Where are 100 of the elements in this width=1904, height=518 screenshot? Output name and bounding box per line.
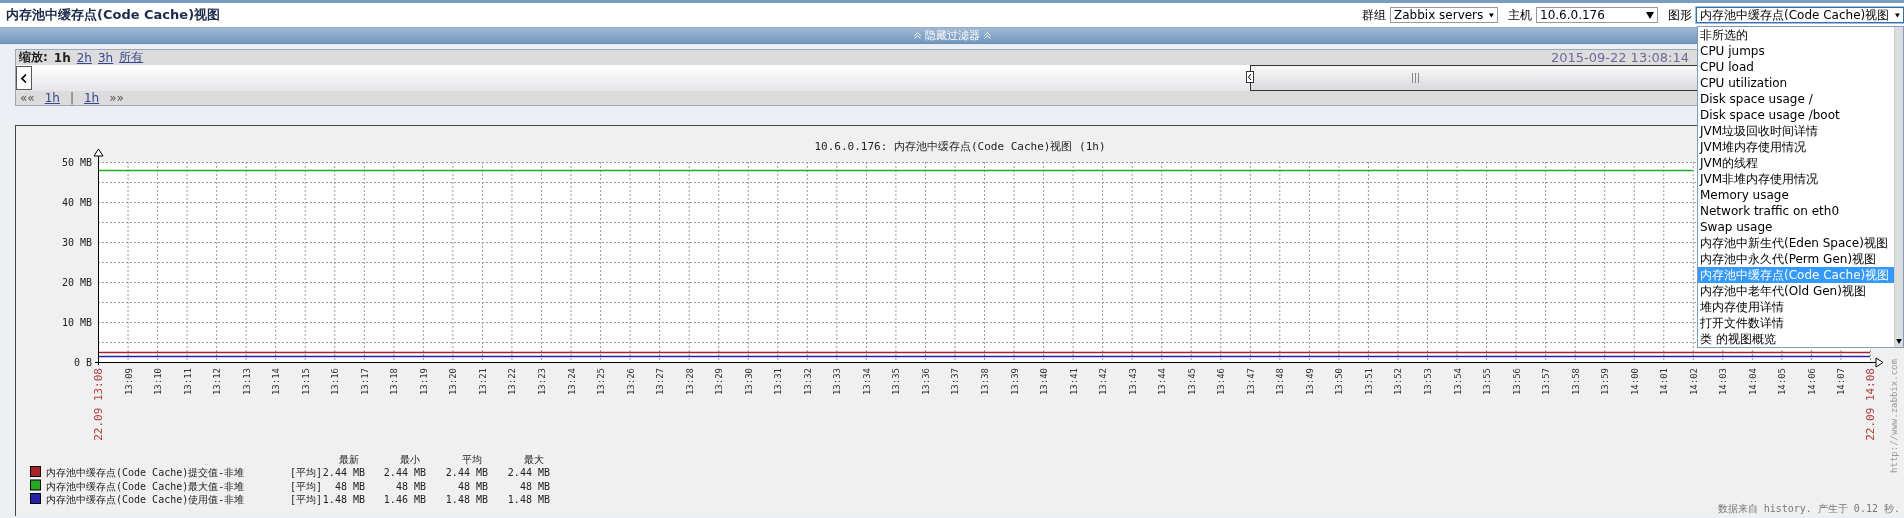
dropdown-option[interactable]: 堆内存使用详情 [1698,299,1894,315]
axis-label: 13:23 [537,368,547,396]
axis-label: 13:27 [655,368,666,396]
axis-label: 13:10 [153,368,164,396]
legend-header: 最新 [339,454,359,465]
legend-text: [平均] [290,494,323,505]
dropdown-option[interactable]: JVM非堆内存使用情况 [1698,171,1894,187]
axis-label: 13:50 [1334,368,1345,396]
dropdown-option[interactable]: Memory usage [1698,187,1894,203]
axis-label: 13:46 [1216,368,1227,396]
dropdown-option[interactable]: Network traffic on eth0 [1698,203,1894,219]
axis-label: 20 MB [61,277,92,288]
axis-label: 13:52 [1393,368,1404,396]
dropdown-arrow-icon [1895,11,1900,19]
zoom-option[interactable]: 3h [97,50,114,65]
axis-label: 13:54 [1452,368,1463,396]
legend-value: 48 MB [395,480,426,492]
axis-label: 13:55 [1482,368,1493,396]
axis-label: 13:21 [477,368,488,396]
double-chevron-up-icon [983,32,991,39]
axis-label: 13:56 [1511,368,1522,396]
axis-label: 13:58 [1570,368,1581,396]
dropdown-option[interactable]: 内存池中永久代(Perm Gen)视图 [1698,251,1894,267]
axis-label: 50 MB [61,157,92,168]
legend-value: 2.44 MB [383,467,426,478]
axis-label: 13:37 [950,368,961,396]
period-link[interactable]: 1h [44,91,60,105]
dropdown-option[interactable]: JVM的线程 [1698,155,1894,171]
axis-label: 13:45 [1186,368,1197,396]
axis-label: 14:05 [1777,368,1788,396]
legend-value: 1.46 MB [383,494,426,505]
scroll-left-button[interactable] [16,66,32,90]
period-link[interactable]: 1h [84,91,100,105]
filter-select[interactable]: 10.6.0.176 [1536,7,1658,23]
filter-select[interactable]: Zabbix servers [1390,7,1498,23]
dropdown-option[interactable]: Swap usage [1698,219,1894,235]
dropdown-option[interactable]: Disk space usage /boot [1698,107,1894,123]
dropdown-option[interactable]: JVM堆内存使用情况 [1698,139,1894,155]
filter-label: 群组 [1362,6,1386,24]
axis-label: 13:57 [1541,368,1552,396]
page-title: 内存池中缓存点(Code Cache)视图 [5,6,222,24]
axis-label: 13:26 [625,368,636,396]
axis-label: 30 MB [61,237,92,248]
axis-label: 13:11 [182,368,193,396]
axis-label: 14:04 [1747,368,1758,396]
zoom-label: 缩放: [19,49,48,66]
legend-text: 内存池中缓存点(Code Cache)提交值-非堆 [46,467,245,478]
dropdown-arrow-icon [1489,11,1494,19]
dropdown-option[interactable]: 类 的视图概览 [1698,331,1894,347]
scrollbar[interactable] [1894,27,1903,347]
dropdown-option[interactable]: 内存池中老年代(Old Gen)视图 [1698,283,1894,299]
axis-label: 13:09 [123,368,134,396]
legend-text: 内存池中缓存点(Code Cache)使用值-非堆 [46,494,245,505]
axis-label: 13:48 [1275,368,1286,396]
dropdown-option[interactable]: 非所选的 [1698,27,1894,43]
axis-label: 13:34 [861,368,872,396]
axis-label: 13:49 [1304,368,1315,396]
dropdown-option[interactable]: 内存池中新生代(Eden Space)视图 [1698,235,1894,251]
axis-label: 13:36 [920,368,931,396]
axis-label: 13:29 [714,368,725,396]
axis-label: 14:03 [1718,368,1729,396]
legend-header: 最小 [400,454,420,465]
axis-label: 10 MB [61,317,92,328]
axis-label: 14:07 [1836,368,1847,396]
nav-arrow[interactable]: «« [20,91,35,105]
legend-value: 2.44 MB [445,467,488,478]
dropdown-arrow-icon [1646,11,1654,19]
axis-label: 13:22 [507,368,518,396]
legend-value: 48 MB [519,480,550,492]
dropdown-option[interactable]: CPU utilization [1698,75,1894,91]
nav-arrow[interactable]: »» [109,91,124,105]
filter-select[interactable]: 内存池中缓存点(Code Cache)视图 [1696,7,1904,23]
zoom-option[interactable]: 2h [76,50,92,65]
axis-label: 14:06 [1806,368,1817,396]
dropdown-option[interactable]: JVM垃圾回收时间详情 [1698,123,1894,139]
zoom-option[interactable]: 1h [53,50,71,65]
double-chevron-up-icon [913,32,921,39]
dropdown-option[interactable]: CPU jumps [1698,43,1894,59]
axis-label: 22.09 13:08 [92,368,105,441]
axis-label: 22.09 14:08 [1864,368,1877,441]
legend-value: 48 MB [334,480,365,492]
legend-value: 1.48 MB [507,494,550,505]
dropdown-option[interactable]: 打开文件数详情 [1698,315,1894,331]
url-text: http://www.zabbix.com [1889,359,1899,473]
axis-label: 13:40 [1039,368,1050,396]
axis-label: 13:43 [1127,368,1138,396]
footer-text: 数据来自 history. 产生于 0.12 秒. [1717,503,1900,514]
nav-separator: | [69,91,74,105]
slider-handle-icon[interactable] [1246,71,1255,83]
dropdown-option[interactable]: Disk space usage / [1698,91,1894,107]
dropdown-option[interactable]: CPU load [1698,59,1894,75]
chevron-left-icon [21,73,27,83]
axis-label: 13:12 [212,368,223,396]
axis-label: 13:14 [271,368,282,396]
filter-label: 图形 [1668,6,1692,24]
axis-label: 13:30 [743,368,754,396]
zoom-option[interactable]: 所有 [119,49,144,66]
legend-value: 48 MB [457,480,488,492]
axis-label: 13:44 [1157,368,1168,396]
chart-title: 10.6.0.176: 内存池中缓存点(Code Cache)视图 (1h) [814,140,1106,153]
